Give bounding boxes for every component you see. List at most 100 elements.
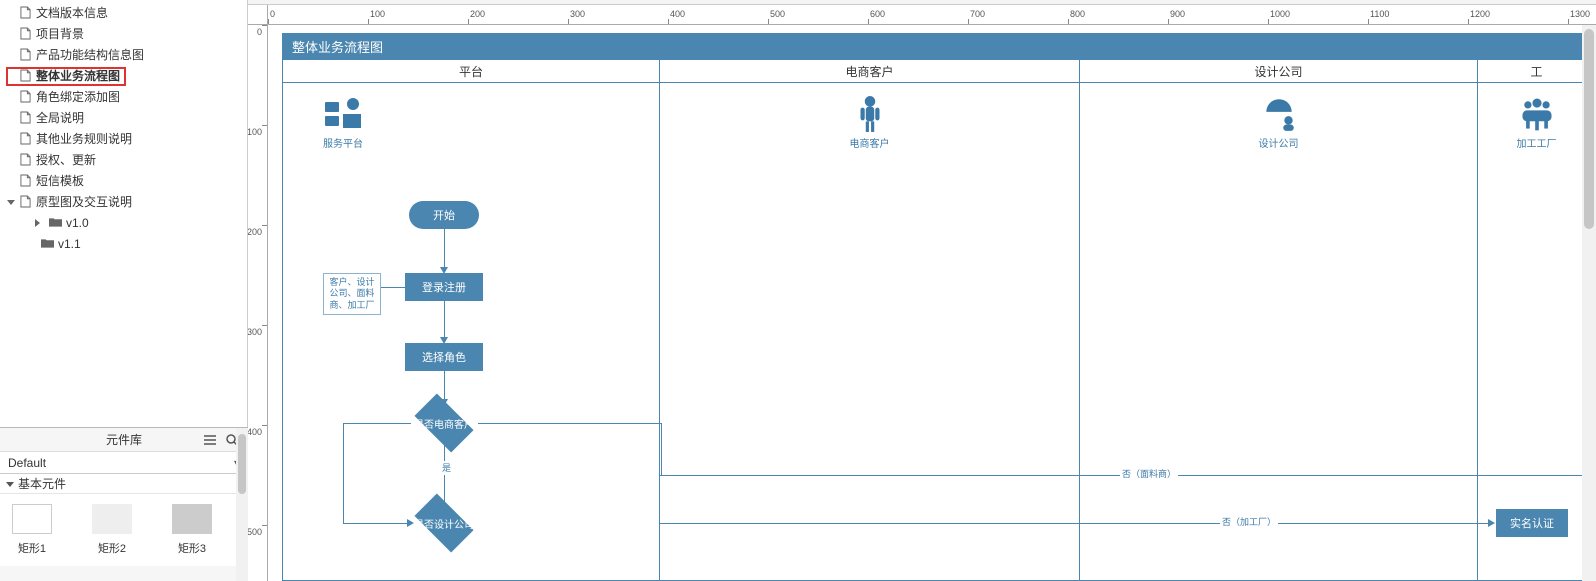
tree-item-structure[interactable]: 产品功能结构信息图 (0, 44, 247, 65)
actor-label: 电商客户 (850, 135, 890, 150)
tree-item-docversion[interactable]: 文档版本信息 (0, 2, 247, 23)
lane-header-design[interactable]: 设计公司 (1080, 59, 1478, 83)
tree-label: 整体业务流程图 (36, 67, 120, 84)
page-icon (18, 195, 32, 209)
arrowhead-right-icon (1488, 519, 1495, 527)
connector (343, 423, 411, 424)
page-icon (18, 174, 32, 188)
caret-down-icon (6, 477, 18, 491)
tree-label: 短信模板 (36, 172, 84, 189)
page-icon (18, 6, 32, 20)
page-tree: 文档版本信息 项目背景 产品功能结构信息图 整体业务流程图 角色绑定添加图 全局… (0, 0, 247, 254)
page-icon (18, 90, 32, 104)
node-login[interactable]: 登录注册 (405, 273, 483, 301)
tree-item-otherrules[interactable]: 其他业务规则说明 (0, 128, 247, 149)
platform-icon (323, 95, 363, 133)
lane-factory: 加工工厂 实名认证 (1478, 83, 1596, 581)
node-is-design[interactable]: 是否设计公司 (408, 501, 480, 545)
actor-label: 设计公司 (1259, 135, 1299, 150)
folder-icon (40, 237, 54, 251)
person-icon (850, 95, 890, 133)
connector (444, 229, 445, 269)
company-icon (1259, 95, 1299, 133)
lane-design: 设计公司 否（面料商） 否（加工厂） (1080, 83, 1478, 581)
canvas-area: 0 100 200 300 400 500 600 700 800 900 10… (248, 0, 1596, 581)
canvas[interactable]: 整体业务流程图 平台 电商客户 设计公司 工 服务平台 开始 客户、设计公司 (268, 25, 1596, 581)
tree-item-flow[interactable]: 整体业务流程图 (0, 65, 247, 86)
tree-label: 原型图及交互说明 (36, 193, 132, 210)
library-group-label: 基本元件 (18, 475, 66, 492)
folder-icon (48, 216, 62, 230)
sidebar: 文档版本信息 项目背景 产品功能结构信息图 整体业务流程图 角色绑定添加图 全局… (0, 0, 248, 581)
ruler-corner (248, 5, 268, 25)
connector (444, 301, 445, 339)
group-icon (1517, 95, 1557, 133)
widget-swatch (12, 504, 52, 534)
connector (343, 523, 411, 524)
tree-item-rolebind[interactable]: 角色绑定添加图 (0, 86, 247, 107)
tree-item-global[interactable]: 全局说明 (0, 107, 247, 128)
tree-item-v11[interactable]: v1.1 (0, 233, 247, 254)
library-items: 矩形1 矩形2 矩形3 (0, 494, 248, 566)
lane-platform: 服务平台 开始 客户、设计公司、面料商、加工厂 登录注册 选择角色 是否电商客户 (282, 83, 660, 581)
library-group[interactable]: 基本元件 (0, 474, 248, 494)
tree-item-proto[interactable]: 原型图及交互说明 (0, 191, 247, 212)
widget-label: 矩形1 (18, 540, 46, 556)
canvas-scrollbar[interactable] (1582, 25, 1596, 581)
node-is-ecom[interactable]: 是否电商客户 (408, 401, 480, 445)
connector (478, 423, 661, 424)
lane-header-ecom[interactable]: 电商客户 (660, 59, 1080, 83)
tree-item-background[interactable]: 项目背景 (0, 23, 247, 44)
page-icon (18, 153, 32, 167)
swimlane-title[interactable]: 整体业务流程图 (282, 33, 1596, 59)
library-select[interactable]: Default ▾ (0, 452, 248, 474)
actor-label: 加工工厂 (1517, 135, 1557, 150)
tree-label: v1.1 (58, 237, 81, 251)
lane-header-factory[interactable]: 工 (1478, 59, 1596, 83)
ruler-vertical: 0 100 200 300 400 500 (248, 25, 268, 581)
tree-item-auth[interactable]: 授权、更新 (0, 149, 247, 170)
actor-platform[interactable]: 服务平台 (323, 95, 363, 150)
connector (444, 475, 445, 503)
widget-rect3[interactable]: 矩形3 (172, 504, 212, 556)
widget-label: 矩形2 (98, 540, 126, 556)
tree-label: 授权、更新 (36, 151, 96, 168)
swimlane-title-text: 整体业务流程图 (292, 37, 383, 56)
widget-rect1[interactable]: 矩形1 (12, 504, 52, 556)
node-selectrole[interactable]: 选择角色 (405, 343, 483, 371)
actor-ecom[interactable]: 电商客户 (850, 95, 890, 150)
library-select-value: Default (8, 456, 46, 470)
tree-item-v10[interactable]: v1.0 (0, 212, 247, 233)
tree-label: 文档版本信息 (36, 4, 108, 21)
edge-label-no-factory: 否（加工厂） (1220, 515, 1278, 528)
actor-factory[interactable]: 加工工厂 (1517, 95, 1557, 150)
tree-label: v1.0 (66, 216, 89, 230)
widget-swatch (172, 504, 212, 534)
node-auth[interactable]: 实名认证 (1496, 509, 1568, 537)
page-icon (18, 69, 32, 83)
node-start[interactable]: 开始 (409, 201, 479, 229)
widget-swatch (92, 504, 132, 534)
library-scrollbar[interactable] (236, 428, 248, 581)
page-icon (18, 132, 32, 146)
actor-design[interactable]: 设计公司 (1259, 95, 1299, 150)
tree-item-sms[interactable]: 短信模板 (0, 170, 247, 191)
edge-label-yes: 是 (440, 461, 453, 474)
widget-label: 矩形3 (178, 540, 206, 556)
node-sidenote[interactable]: 客户、设计公司、面料商、加工厂 (323, 273, 381, 315)
lane-header-platform[interactable]: 平台 (282, 59, 660, 83)
widget-rect2[interactable]: 矩形2 (92, 504, 132, 556)
lane-headers: 平台 电商客户 设计公司 工 (282, 59, 1596, 83)
menu-icon[interactable] (202, 432, 218, 448)
page-icon (18, 48, 32, 62)
tree-label: 产品功能结构信息图 (36, 46, 144, 63)
caret-right-icon (30, 216, 44, 230)
connector (343, 423, 344, 523)
connector (660, 475, 1080, 476)
lane-ecom: 电商客户 (660, 83, 1080, 581)
lane-body: 服务平台 开始 客户、设计公司、面料商、加工厂 登录注册 选择角色 是否电商客户 (282, 83, 1596, 581)
caret-down-icon (4, 195, 18, 209)
connector (444, 371, 445, 401)
edge-label-no-material: 否（面料商） (1120, 467, 1178, 480)
library-header: 元件库 (0, 428, 248, 452)
